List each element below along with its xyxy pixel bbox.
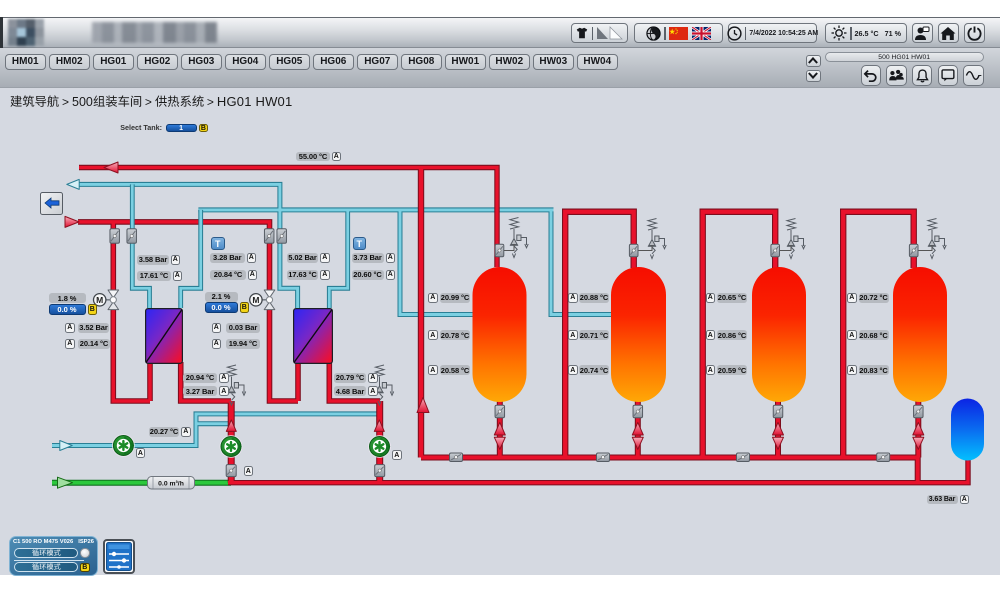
svg-text:0.0 m³/h: 0.0 m³/h — [158, 481, 184, 488]
svg-text:M: M — [96, 295, 103, 305]
svg-text:M: M — [252, 295, 259, 305]
